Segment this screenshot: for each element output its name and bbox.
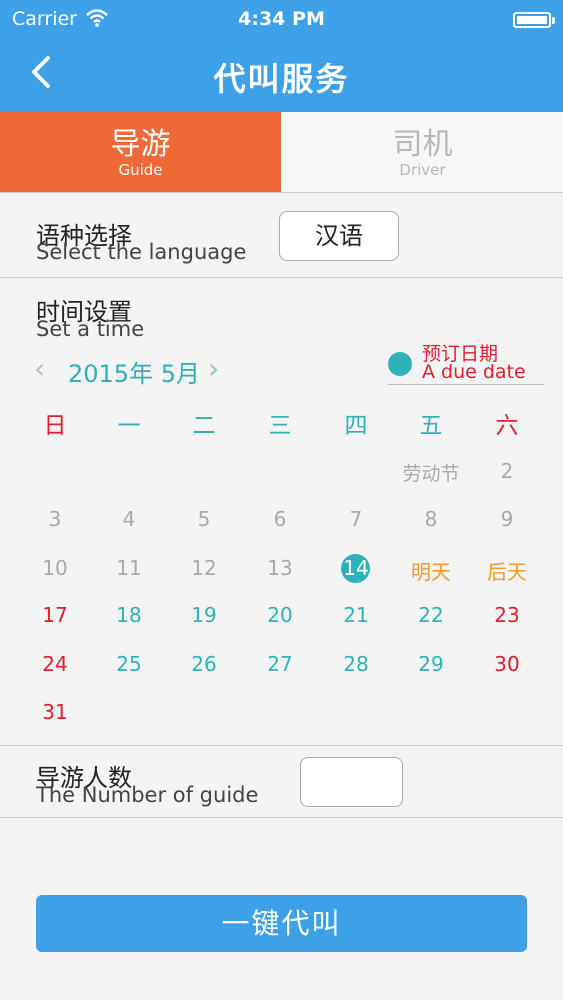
guide-count-input[interactable]: [300, 757, 403, 807]
weekday-label: 六: [495, 413, 519, 439]
calendar-day[interactable]: 后天: [472, 556, 542, 585]
calendar-day[interactable]: 21: [321, 603, 391, 627]
calendar-day[interactable]: 25: [94, 652, 164, 676]
calendar-day: 13: [267, 556, 293, 580]
page-title: 代叫服务: [213, 60, 350, 98]
status-time: 4:34 PM: [238, 8, 325, 30]
next-month-button[interactable]: ›: [208, 352, 219, 385]
calendar-day[interactable]: 24: [20, 652, 90, 676]
calendar-day: 6: [273, 507, 287, 531]
calendar-day[interactable]: 23: [472, 603, 542, 627]
calendar-day: 3: [48, 507, 62, 531]
tab-guide-label: 导游: [110, 127, 171, 162]
weekday-label: 一: [117, 413, 141, 439]
tab-bar: 导游 Guide 司机 Driver: [0, 112, 563, 192]
due-date-legend-sublabel: A due date: [422, 361, 526, 383]
submit-button[interactable]: 一键代叫: [36, 895, 527, 952]
language-sublabel: Select the language: [36, 240, 247, 264]
calendar-day[interactable]: 31: [20, 700, 90, 724]
calendar-day: 8: [424, 507, 438, 531]
calendar-day[interactable]: 18: [94, 603, 164, 627]
divider: [0, 817, 563, 818]
status-bar: Carrier 4:34 PM: [0, 6, 563, 36]
calendar-day[interactable]: 29: [396, 652, 466, 676]
battery-icon: [513, 12, 555, 28]
calendar-day[interactable]: 17: [20, 603, 90, 627]
tab-driver[interactable]: 司机 Driver: [282, 112, 563, 192]
calendar-day[interactable]: 28: [321, 652, 391, 676]
prev-month-button[interactable]: ‹: [34, 352, 45, 385]
weekday-label: 四: [344, 413, 368, 439]
calendar-day[interactable]: 22: [396, 603, 466, 627]
calendar-day[interactable]: 30: [472, 652, 542, 676]
calendar-day: 10: [42, 556, 68, 580]
tab-guide[interactable]: 导游 Guide: [0, 112, 281, 192]
tab-driver-label: 司机: [392, 127, 453, 162]
navigation-bar: Carrier 4:34 PM 代叫服务: [0, 0, 563, 112]
tab-driver-sublabel: Driver: [399, 161, 446, 179]
calendar-day: 9: [500, 507, 514, 531]
tab-guide-sublabel: Guide: [118, 161, 163, 179]
weekday-label: 日: [43, 413, 67, 439]
due-date-legend-dot: [388, 352, 412, 376]
language-select-button[interactable]: 汉语: [279, 211, 399, 261]
calendar-day: 5: [197, 507, 211, 531]
weekday-label: 三: [268, 413, 292, 439]
calendar-day: 12: [191, 556, 217, 580]
weekday-label: 二: [192, 413, 216, 439]
time-sublabel: Set a time: [36, 317, 145, 341]
guide-count-sublabel: The Number of guide: [36, 783, 259, 807]
calendar-day-selected[interactable]: 14: [321, 556, 391, 580]
calendar-day: 劳动节: [402, 463, 460, 485]
calendar-day[interactable]: 27: [245, 652, 315, 676]
calendar-day[interactable]: 19: [169, 603, 239, 627]
divider: [0, 277, 563, 278]
calendar-day: 4: [122, 507, 136, 531]
calendar-day[interactable]: 26: [169, 652, 239, 676]
legend-underline: [388, 384, 544, 385]
calendar-day: 7: [349, 507, 363, 531]
weekday-label: 五: [419, 413, 443, 439]
divider: [0, 745, 563, 746]
calendar-month-label: 2015年 5月: [68, 360, 200, 388]
calendar-day: 11: [116, 556, 142, 580]
calendar-day[interactable]: 明天: [396, 556, 466, 585]
divider: [0, 192, 563, 193]
calendar-day[interactable]: 20: [245, 603, 315, 627]
calendar-day: 2: [500, 459, 514, 483]
